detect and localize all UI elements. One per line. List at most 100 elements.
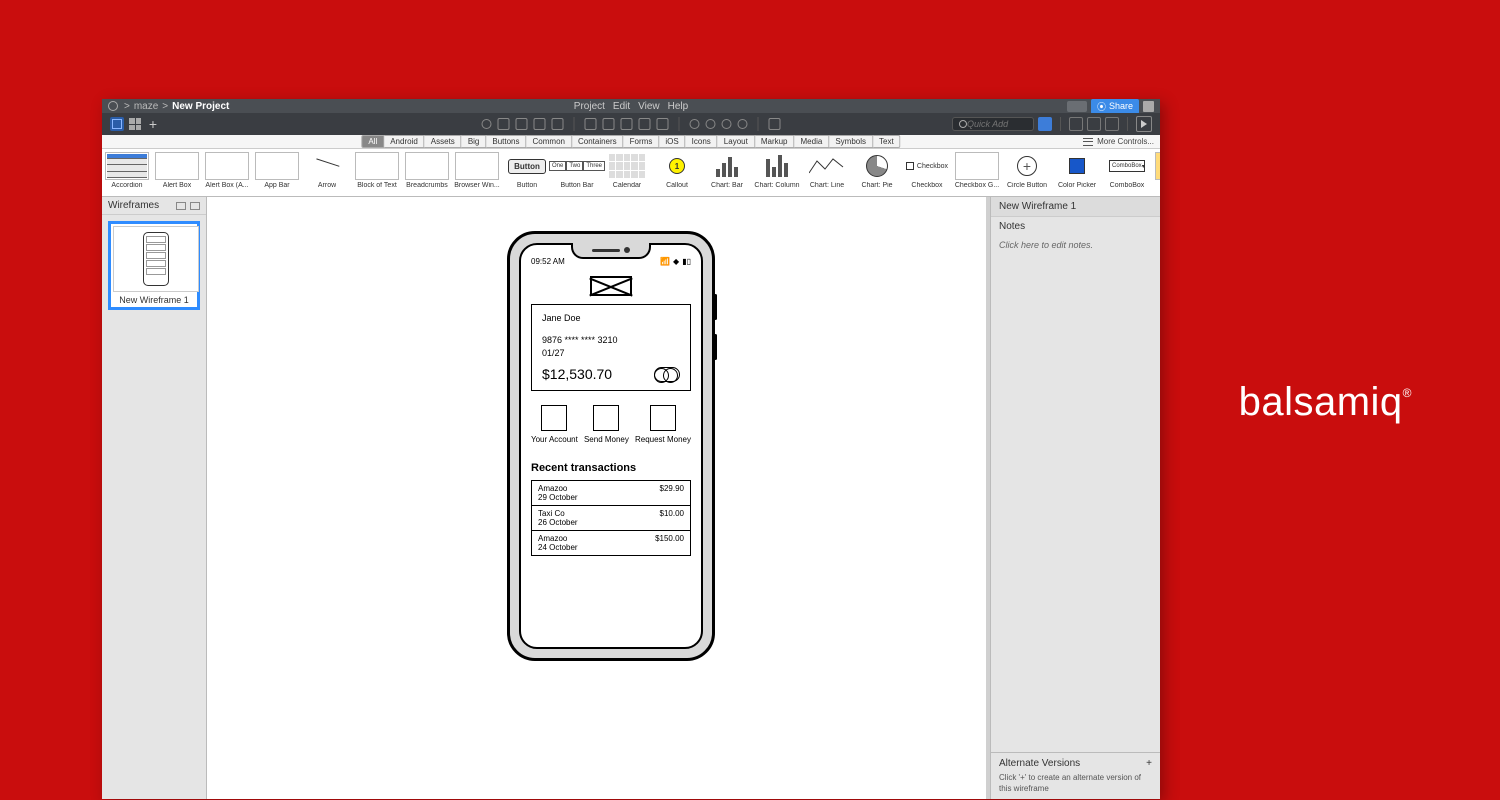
zoom-in-icon[interactable] [722, 119, 732, 129]
add-wireframe-button[interactable]: + [146, 117, 160, 131]
edit-mode-toggle[interactable] [1067, 101, 1087, 112]
add-alternate-button[interactable]: + [1146, 758, 1152, 769]
gallery-accordion[interactable]: Accordion [102, 152, 152, 196]
paste-icon[interactable] [534, 118, 546, 130]
canvas-scrollbar[interactable] [986, 197, 990, 799]
menu-help[interactable]: Help [668, 101, 689, 112]
toolbar-separator-3 [758, 117, 759, 131]
thumbnail-label: New Wireframe 1 [113, 295, 195, 305]
category-ios[interactable]: iOS [659, 135, 685, 148]
transaction-row[interactable]: Taxi Co 26 October $10.00 [532, 506, 690, 531]
category-common[interactable]: Common [527, 135, 572, 148]
category-markup[interactable]: Markup [755, 135, 795, 148]
crumb-current[interactable]: New Project [172, 101, 229, 112]
clipboard-icon[interactable] [552, 118, 564, 130]
category-android[interactable]: Android [384, 135, 425, 148]
tx-date: 24 October [538, 543, 684, 552]
gallery-breadcrumbs[interactable]: Breadcrumbs [402, 152, 452, 196]
gallery-combobox[interactable]: ComboBox▾ComboBox [1102, 152, 1152, 196]
category-assets[interactable]: Assets [425, 135, 462, 148]
gallery-chart-column[interactable]: Chart: Column [752, 152, 802, 196]
category-big[interactable]: Big [462, 135, 487, 148]
gallery-block-text[interactable]: Block of Text [352, 152, 402, 196]
category-all[interactable]: All [361, 135, 384, 148]
account-card[interactable]: Jane Doe 9876 **** **** 3210 01/27 $12,5… [531, 304, 691, 391]
bring-front-icon[interactable] [621, 118, 633, 130]
action-your-account[interactable]: Your Account [531, 405, 578, 444]
gallery-chart-pie[interactable]: Chart: Pie [852, 152, 902, 196]
wireframe-thumbnail[interactable]: New Wireframe 1 [108, 221, 200, 310]
copy-icon[interactable] [516, 118, 528, 130]
action-send-money[interactable]: Send Money [584, 405, 629, 444]
category-symbols[interactable]: Symbols [829, 135, 873, 148]
toolbar-center [482, 117, 781, 131]
gallery-chart-bar[interactable]: Chart: Bar [702, 152, 752, 196]
gallery-color-picker[interactable]: Color Picker [1052, 152, 1102, 196]
menu-edit[interactable]: Edit [613, 101, 630, 112]
gallery-arrow[interactable]: Arrow [302, 152, 352, 196]
gallery-circle-button[interactable]: +Circle Button [1002, 152, 1052, 196]
canvas[interactable]: 09:52 AM 📶 ◆ ▮▯ Jane Doe 9876 **** **** … [207, 197, 990, 799]
transaction-row[interactable]: Amazoo 29 October $29.90 [532, 481, 690, 506]
markup-toggle-icon[interactable] [769, 118, 781, 130]
quick-add[interactable] [952, 117, 1034, 131]
lock-icon[interactable] [657, 118, 669, 130]
gallery-calendar[interactable]: Calendar [602, 152, 652, 196]
zoom-out-icon[interactable] [690, 119, 700, 129]
app-smiley-icon[interactable] [108, 101, 118, 111]
transaction-row[interactable]: Amazoo 24 October $150.00 [532, 531, 690, 555]
present-button[interactable] [1136, 116, 1152, 132]
view-thumb-icon[interactable] [176, 202, 186, 210]
gallery-alert-box[interactable]: Alert Box [152, 152, 202, 196]
user-avatar[interactable] [1143, 101, 1154, 112]
phone-frame[interactable]: 09:52 AM 📶 ◆ ▮▯ Jane Doe 9876 **** **** … [507, 231, 715, 661]
info-icon[interactable] [1087, 117, 1101, 131]
wireframes-title: Wireframes [108, 200, 159, 211]
properties-icon[interactable] [1105, 117, 1119, 131]
gallery-checkbox-group[interactable]: Checkbox G... [952, 152, 1002, 196]
menu-view[interactable]: View [638, 101, 660, 112]
category-forms[interactable]: Forms [624, 135, 660, 148]
gallery-button-bar[interactable]: OneTwoThreeButton Bar [552, 152, 602, 196]
view-single-icon[interactable] [110, 117, 124, 131]
comments-icon[interactable] [1069, 117, 1083, 131]
title-bar: > maze > New Project Project Edit View H… [102, 99, 1160, 113]
logo-placeholder[interactable] [590, 276, 632, 296]
gallery-comment[interactable]: Comm [1152, 152, 1160, 196]
category-buttons[interactable]: Buttons [486, 135, 526, 148]
category-text[interactable]: Text [873, 135, 901, 148]
group-icon[interactable] [585, 118, 597, 130]
gallery-checkbox[interactable]: CheckboxCheckbox [902, 152, 952, 196]
crumb-home[interactable]: maze [134, 101, 158, 112]
share-button[interactable]: ⦿ Share [1091, 99, 1139, 114]
crumb-sep-1: > [124, 101, 130, 112]
view-list-icon[interactable] [190, 202, 200, 210]
title-right-cluster: ⦿ Share [1067, 99, 1154, 114]
category-containers[interactable]: Containers [572, 135, 624, 148]
ungroup-icon[interactable] [603, 118, 615, 130]
send-back-icon[interactable] [639, 118, 651, 130]
redo-icon[interactable] [498, 118, 510, 130]
gallery-browser[interactable]: Browser Win... [452, 152, 502, 196]
menu-project[interactable]: Project [574, 101, 605, 112]
gallery-chart-line[interactable]: Chart: Line [802, 152, 852, 196]
category-media[interactable]: Media [795, 135, 830, 148]
undo-icon[interactable] [482, 119, 492, 129]
gallery-app-bar[interactable]: App Bar [252, 152, 302, 196]
gallery-button[interactable]: ButtonButton [502, 152, 552, 196]
quick-add-input[interactable] [967, 119, 1025, 129]
view-grid-icon[interactable] [128, 117, 142, 131]
search-icon [959, 120, 967, 128]
control-gallery[interactable]: Accordion Alert Box Alert Box (A... App … [102, 149, 1160, 197]
more-controls-button[interactable]: More Controls... [1083, 137, 1160, 146]
category-icons[interactable]: Icons [686, 135, 718, 148]
ui-library-toggle[interactable] [1038, 117, 1052, 131]
category-layout[interactable]: Layout [718, 135, 755, 148]
action-request-money[interactable]: Request Money [635, 405, 691, 444]
gallery-callout[interactable]: 1Callout [652, 152, 702, 196]
zoom-actual-icon[interactable] [706, 119, 716, 129]
gallery-alert-box-android[interactable]: Alert Box (A... [202, 152, 252, 196]
notes-input[interactable]: Click here to edit notes. [991, 236, 1160, 254]
inspector-title: New Wireframe 1 [991, 197, 1160, 217]
zoom-fit-icon[interactable] [738, 119, 748, 129]
